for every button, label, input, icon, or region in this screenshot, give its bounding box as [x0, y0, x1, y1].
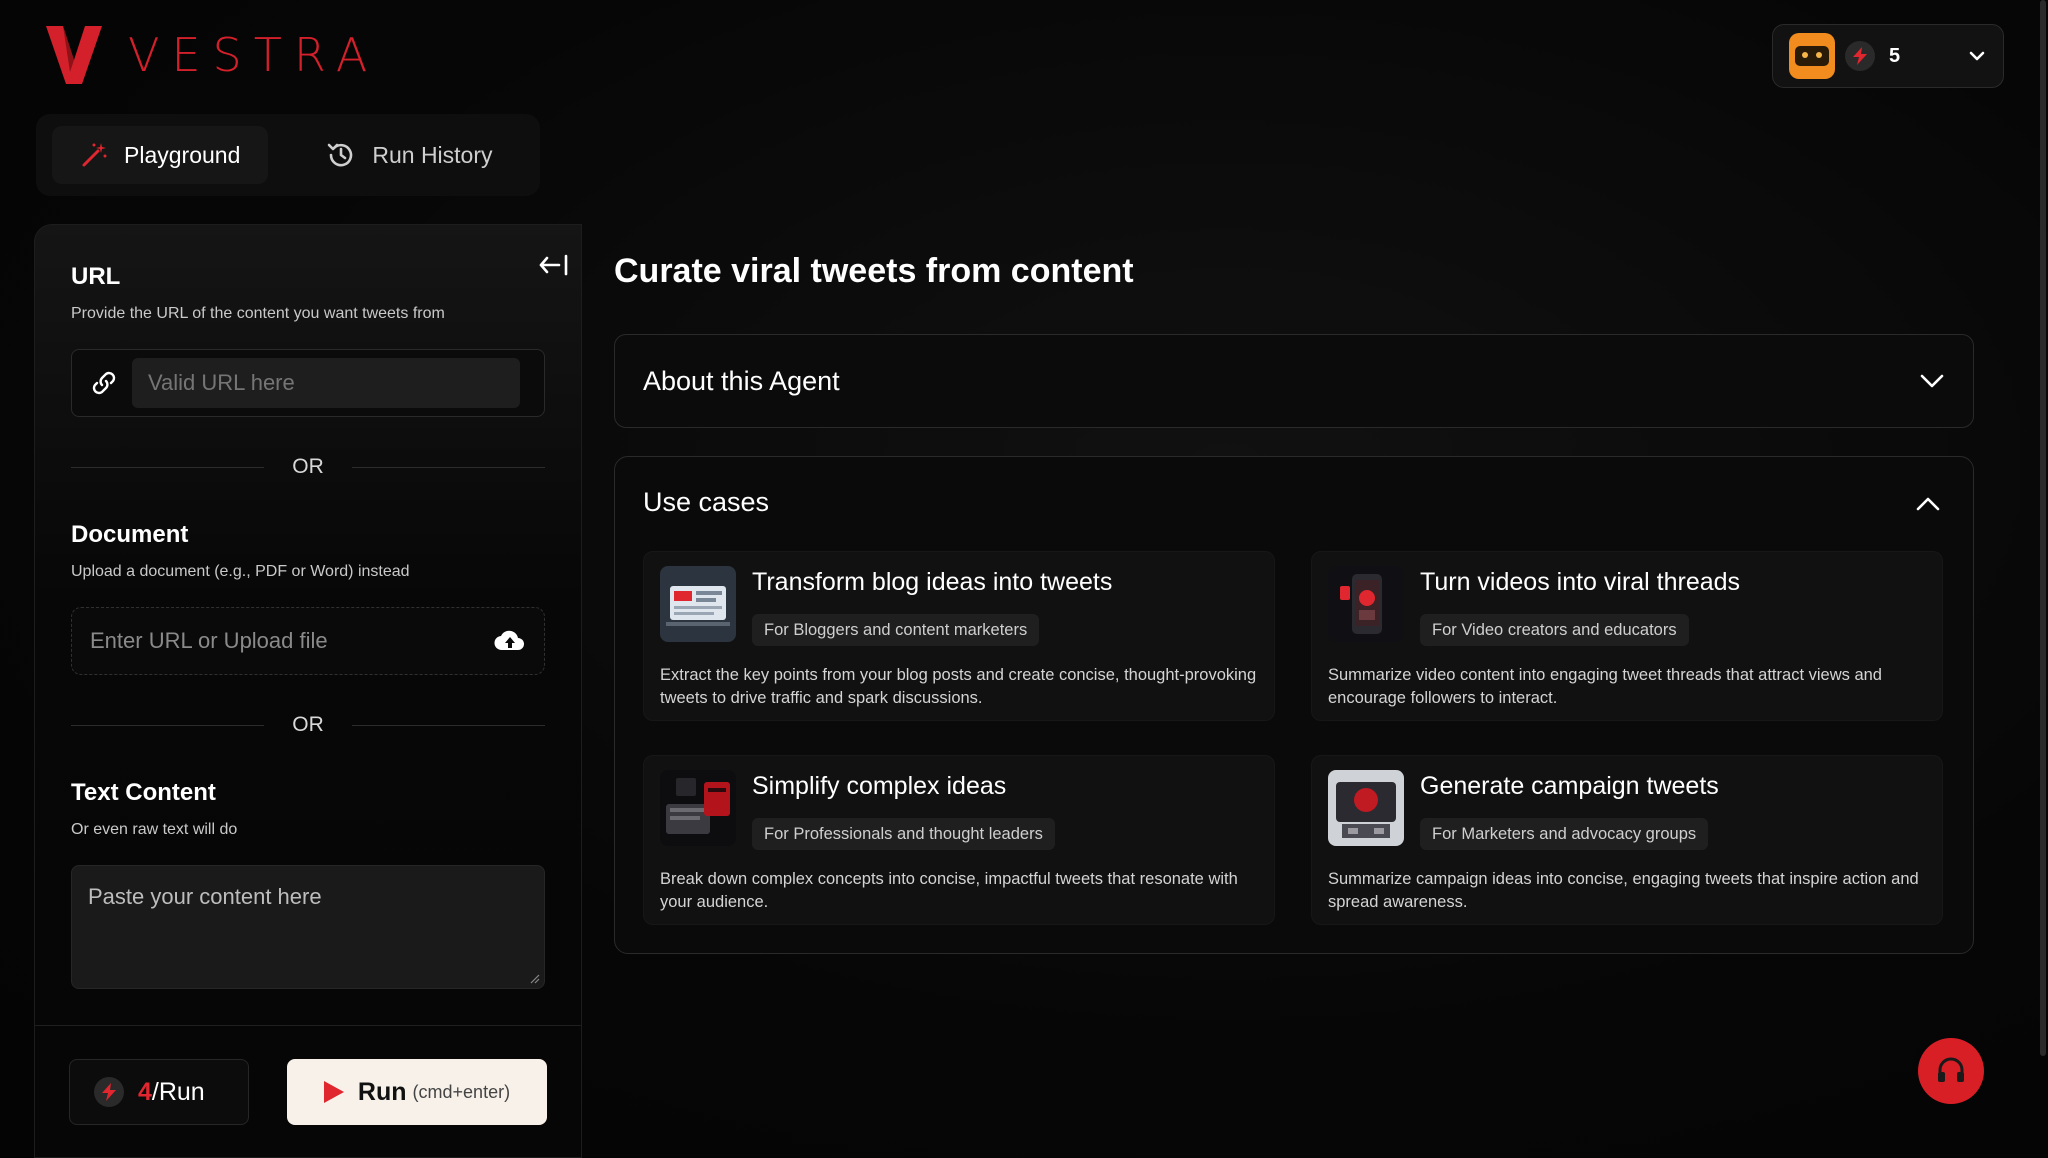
- use-case-card[interactable]: Turn videos into viral threads For Video…: [1311, 551, 1943, 721]
- text-content-placeholder: Paste your content here: [88, 884, 322, 909]
- run-button-label: Run: [357, 1077, 407, 1106]
- vestra-logo-icon: [46, 26, 102, 84]
- robot-avatar-icon: [1789, 33, 1835, 79]
- brand-name: VESTRA: [128, 28, 380, 82]
- url-section-title: URL: [71, 263, 121, 290]
- tab-run-history[interactable]: Run History: [298, 126, 520, 184]
- text-section-subtitle: Or even raw text will do: [71, 821, 238, 838]
- or-divider: OR: [71, 713, 545, 737]
- resize-grip-icon[interactable]: [530, 974, 540, 984]
- page-scrollbar[interactable]: [2040, 0, 2046, 1056]
- tab-playground-label: Playground: [124, 141, 241, 168]
- document-section-subtitle: Upload a document (e.g., PDF or Word) in…: [71, 563, 410, 580]
- collapse-panel-icon[interactable]: [539, 253, 569, 277]
- use-case-card[interactable]: Transform blog ideas into tweets For Blo…: [643, 551, 1275, 721]
- chevron-down-icon[interactable]: [1967, 46, 1987, 66]
- bolt-icon: [94, 1077, 124, 1107]
- page-title: Curate viral tweets from content: [614, 252, 1134, 290]
- blog-thumbnail-icon: [660, 566, 736, 642]
- about-agent-accordion[interactable]: About this Agent: [614, 334, 1974, 428]
- tab-playground[interactable]: Playground: [52, 126, 269, 184]
- use-case-description: Summarize video content into engaging tw…: [1328, 666, 1882, 707]
- mode-tabs: Playground Run History: [36, 114, 540, 196]
- about-agent-label: About this Agent: [643, 365, 840, 396]
- headset-icon: [1938, 1057, 1964, 1082]
- use-case-description: Extract the key points from your blog po…: [660, 666, 1257, 707]
- text-content-input[interactable]: Paste your content here: [71, 865, 545, 989]
- play-icon: [323, 1081, 344, 1103]
- credits-bolt-icon: [1845, 41, 1875, 71]
- use-case-title: Turn videos into viral threads: [1420, 568, 1741, 596]
- campaign-thumbnail-icon: [1328, 770, 1404, 846]
- use-cases-accordion: Use cases Transform blog ideas into twee…: [614, 456, 1974, 954]
- run-cost-badge: 4/Run: [69, 1059, 249, 1125]
- tab-run-history-label: Run History: [372, 141, 493, 168]
- url-input[interactable]: [132, 358, 520, 408]
- run-shortcut-hint: (cmd+enter): [412, 1081, 511, 1102]
- run-cost-suffix: /Run: [151, 1077, 205, 1106]
- use-case-title: Transform blog ideas into tweets: [752, 568, 1113, 596]
- chevron-up-icon[interactable]: [1915, 495, 1941, 513]
- url-field: [71, 349, 545, 417]
- document-upload-placeholder: Enter URL or Upload file: [90, 628, 328, 653]
- credits-count: 5: [1889, 44, 1901, 67]
- page: VESTRA 5 Playground Run History URL Prov…: [0, 0, 2048, 1158]
- use-case-card[interactable]: Simplify complex ideas For Professionals…: [643, 755, 1275, 925]
- use-case-card[interactable]: Generate campaign tweets For Marketers a…: [1311, 755, 1943, 925]
- document-upload-field[interactable]: Enter URL or Upload file: [71, 607, 545, 675]
- use-case-title: Generate campaign tweets: [1420, 772, 1719, 800]
- magic-wand-icon: [82, 143, 107, 167]
- or-divider: OR: [71, 455, 545, 479]
- use-case-title: Simplify complex ideas: [752, 772, 1007, 800]
- text-section-title: Text Content: [71, 779, 216, 806]
- run-button[interactable]: Run (cmd+enter): [287, 1059, 547, 1125]
- account-menu[interactable]: 5: [1772, 24, 2004, 88]
- use-case-tag: For Professionals and thought leaders: [752, 818, 1055, 850]
- history-icon: [328, 143, 353, 167]
- cloud-upload-icon[interactable]: [494, 628, 526, 654]
- complex-ideas-thumbnail-icon: [660, 770, 736, 846]
- use-case-tag: For Video creators and educators: [1420, 614, 1689, 646]
- url-section-subtitle: Provide the URL of the content you want …: [71, 305, 445, 322]
- use-case-tag: For Marketers and advocacy groups: [1420, 818, 1709, 850]
- use-case-tag: For Bloggers and content marketers: [752, 614, 1040, 646]
- support-button[interactable]: [1918, 1038, 1984, 1104]
- video-thumbnail-icon: [1328, 566, 1404, 642]
- use-cases-label: Use cases: [643, 487, 770, 517]
- brand-logo[interactable]: VESTRA: [46, 26, 379, 84]
- run-cost-value: 4: [138, 1077, 152, 1106]
- use-case-description: Break down complex concepts into concise…: [660, 870, 1238, 911]
- chevron-down-icon: [1920, 374, 1944, 388]
- document-section-title: Document: [71, 521, 189, 548]
- input-panel: URL Provide the URL of the content you w…: [34, 224, 582, 1158]
- link-icon: [92, 371, 116, 395]
- panel-footer-divider: [35, 1025, 581, 1026]
- use-case-description: Summarize campaign ideas into concise, e…: [1328, 870, 1919, 911]
